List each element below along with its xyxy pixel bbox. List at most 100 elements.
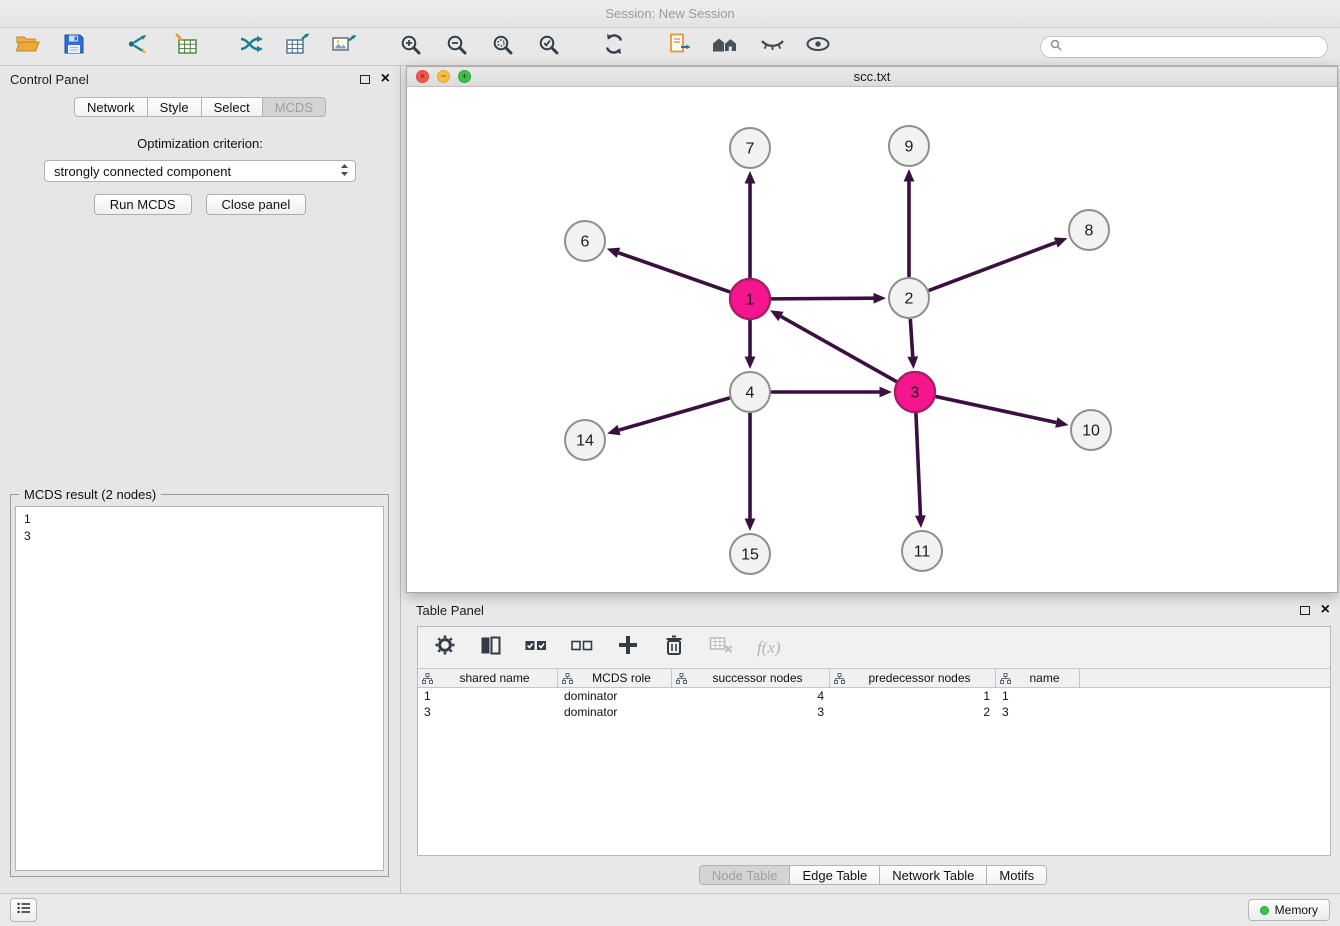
edge-2-8[interactable] — [929, 237, 1068, 290]
delete-column-button[interactable] — [663, 634, 685, 661]
optimization-criterion-select[interactable]: strongly connected component — [44, 160, 356, 182]
graph-node-2[interactable]: 2 — [889, 278, 929, 318]
zoom-in-button[interactable] — [394, 32, 426, 62]
zoom-fit-button[interactable] — [486, 32, 518, 62]
table-row[interactable]: 3dominator323 — [418, 704, 1330, 720]
import-table-button[interactable] — [170, 32, 202, 62]
graph-node-6[interactable]: 6 — [565, 221, 605, 261]
apply-layout-button[interactable] — [710, 32, 742, 62]
tab-network-table[interactable]: Network Table — [880, 865, 987, 885]
session-group — [12, 32, 90, 62]
table-cell[interactable]: 3 — [996, 704, 1080, 720]
node-label: 15 — [741, 547, 759, 564]
memory-button[interactable]: Memory — [1248, 899, 1330, 921]
edge-3-11[interactable] — [915, 413, 926, 528]
graph-node-1[interactable]: 1 — [730, 279, 770, 319]
edge-1-2[interactable] — [771, 293, 886, 304]
column-header-name[interactable]: name — [996, 669, 1080, 687]
edge-3-10[interactable] — [936, 396, 1069, 427]
close-table-panel-icon[interactable]: × — [1321, 602, 1330, 618]
refresh-layout-button[interactable] — [598, 32, 630, 62]
deselect-all-rows-button[interactable] — [571, 635, 593, 661]
task-history-button[interactable] — [10, 898, 37, 922]
graph-node-3[interactable]: 3 — [895, 372, 935, 412]
graph-node-14[interactable]: 14 — [565, 420, 605, 460]
zoom-window-icon[interactable]: + — [458, 70, 471, 83]
show-graphics-details-button[interactable] — [802, 32, 834, 62]
table-settings-button[interactable] — [434, 634, 456, 661]
column-header-shared-name[interactable]: shared name — [418, 669, 558, 687]
search-box[interactable] — [1040, 36, 1328, 58]
minimize-window-icon[interactable]: − — [437, 70, 450, 83]
zoom-out-button[interactable] — [440, 32, 472, 62]
add-column-button[interactable] — [617, 634, 639, 661]
float-panel-icon[interactable] — [360, 75, 370, 84]
export-image-button[interactable] — [328, 32, 360, 62]
table-cell[interactable]: 1 — [830, 688, 996, 704]
edge-2-3[interactable] — [907, 319, 918, 369]
table-cell[interactable]: 3 — [672, 704, 830, 720]
save-session-button[interactable] — [58, 32, 90, 62]
tab-network[interactable]: Network — [74, 97, 148, 117]
network-window-titlebar[interactable]: scc.txt × − + — [407, 67, 1337, 87]
close-panel-button[interactable]: Close panel — [206, 194, 307, 215]
table-cell[interactable]: dominator — [558, 704, 672, 720]
zoom-selected-button[interactable] — [532, 32, 564, 62]
graph-node-4[interactable]: 4 — [730, 372, 770, 412]
close-window-icon[interactable]: × — [416, 70, 429, 83]
edge-2-9[interactable] — [904, 169, 915, 277]
window-titlebar[interactable]: Session: New Session — [0, 0, 1340, 28]
edge-4-14[interactable] — [607, 398, 730, 435]
network-view-window[interactable]: scc.txt × − + 7 9 6 8 1 2 4 3 14 10 15 11 — [406, 66, 1338, 593]
delete-table-button[interactable] — [709, 635, 733, 660]
graph-node-8[interactable]: 8 — [1069, 210, 1109, 250]
column-header-successor-nodes[interactable]: successor nodes — [672, 669, 830, 687]
tab-select[interactable]: Select — [202, 97, 263, 117]
tab-node-table[interactable]: Node Table — [699, 865, 791, 885]
function-builder-button[interactable]: f(x) — [757, 638, 781, 658]
select-all-rows-button[interactable] — [525, 635, 547, 661]
table-row[interactable]: 1dominator411 — [418, 688, 1330, 704]
show-columns-button[interactable] — [480, 635, 501, 661]
table-cell[interactable]: 2 — [830, 704, 996, 720]
float-table-panel-icon[interactable] — [1300, 606, 1310, 615]
tab-mcds[interactable]: MCDS — [263, 97, 326, 117]
edge-1-6[interactable] — [607, 248, 730, 292]
edge-4-3[interactable] — [771, 387, 892, 398]
mcds-result-list[interactable]: 13 — [15, 506, 384, 871]
edge-3-1[interactable] — [770, 310, 897, 381]
table-cell[interactable]: 1 — [996, 688, 1080, 704]
table-cell[interactable]: dominator — [558, 688, 672, 704]
edge-1-7[interactable] — [745, 171, 756, 278]
hide-graphics-details-button[interactable] — [756, 32, 788, 62]
mcds-result-title: MCDS result (2 nodes) — [19, 487, 161, 502]
graph-node-11[interactable]: 11 — [902, 531, 942, 571]
document-export-button[interactable] — [664, 32, 696, 62]
tab-style[interactable]: Style — [148, 97, 202, 117]
edge-1-4[interactable] — [745, 320, 756, 369]
close-panel-icon[interactable]: × — [381, 71, 390, 87]
tab-edge-table[interactable]: Edge Table — [790, 865, 880, 885]
graph-node-15[interactable]: 15 — [730, 534, 770, 574]
run-mcds-button[interactable]: Run MCDS — [94, 194, 192, 215]
new-network-button[interactable] — [236, 32, 268, 62]
table-panel-title: Table Panel — [416, 603, 484, 618]
import-network-button[interactable] — [124, 32, 156, 62]
graph-node-10[interactable]: 10 — [1071, 410, 1111, 450]
tab-motifs[interactable]: Motifs — [987, 865, 1047, 885]
edge-4-15[interactable] — [745, 413, 756, 531]
search-input[interactable] — [1067, 40, 1318, 54]
export-table-button[interactable] — [282, 32, 314, 62]
column-header-MCDS-role[interactable]: MCDS role — [558, 669, 672, 687]
open-session-button[interactable] — [12, 32, 44, 62]
graph-node-9[interactable]: 9 — [889, 126, 929, 166]
table-cell[interactable]: 4 — [672, 688, 830, 704]
network-tools-group — [236, 32, 360, 62]
shuffle-arrows-icon — [239, 32, 265, 61]
table-cell[interactable]: 3 — [418, 704, 558, 720]
table-cell[interactable]: 1 — [418, 688, 558, 704]
graph-node-7[interactable]: 7 — [730, 128, 770, 168]
zoom-group — [394, 32, 564, 62]
column-header-predecessor-nodes[interactable]: predecessor nodes — [830, 669, 996, 687]
network-canvas[interactable]: 7 9 6 8 1 2 4 3 14 10 15 11 — [407, 88, 1337, 593]
